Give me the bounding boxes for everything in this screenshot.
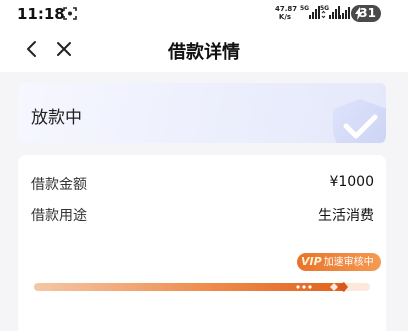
svg-text:5G: 5G	[320, 5, 329, 12]
navigation-bar: 借款详情	[0, 30, 408, 70]
status-time: 11:18	[17, 5, 65, 23]
header-area: 11:18 47.87 K/s 5G 5G 31 借款详情	[0, 0, 408, 72]
detail-label: 借款用途	[31, 208, 87, 224]
battery-indicator: 31	[351, 5, 381, 22]
detail-value: ¥1000	[329, 174, 374, 190]
vip-mark: VIP	[301, 255, 322, 268]
scan-icon	[63, 7, 77, 20]
review-progress-bar	[34, 282, 370, 292]
signal-icon: 5G	[300, 5, 320, 19]
rocket-icon	[318, 282, 348, 292]
detail-row-purpose: 借款用途 生活消费	[31, 205, 374, 227]
detail-value: 生活消费	[318, 208, 374, 224]
progress-dots	[296, 285, 312, 289]
page-title: 借款详情	[168, 42, 240, 63]
detail-label: 借款金额	[31, 177, 87, 193]
loan-status-card: 放款中	[18, 83, 386, 143]
svg-text:5G: 5G	[300, 5, 309, 12]
network-speed: 47.87 K/s	[275, 5, 298, 21]
checkmark-badge-icon	[333, 99, 386, 143]
vip-speedup-badge: VIP 加速审核中	[297, 253, 381, 271]
speedup-text: 加速审核中	[323, 257, 374, 268]
detail-row-amount: 借款金额 ¥1000	[31, 174, 374, 196]
charging-bolt-icon	[355, 7, 363, 20]
loan-detail-card: 借款金额 ¥1000 借款用途 生活消费 VIP 加速审核中	[18, 155, 386, 331]
loan-status-label: 放款中	[31, 108, 82, 128]
wifi-signal-icon	[339, 7, 350, 19]
status-bar: 11:18 47.87 K/s 5G 5G 31	[0, 0, 408, 28]
